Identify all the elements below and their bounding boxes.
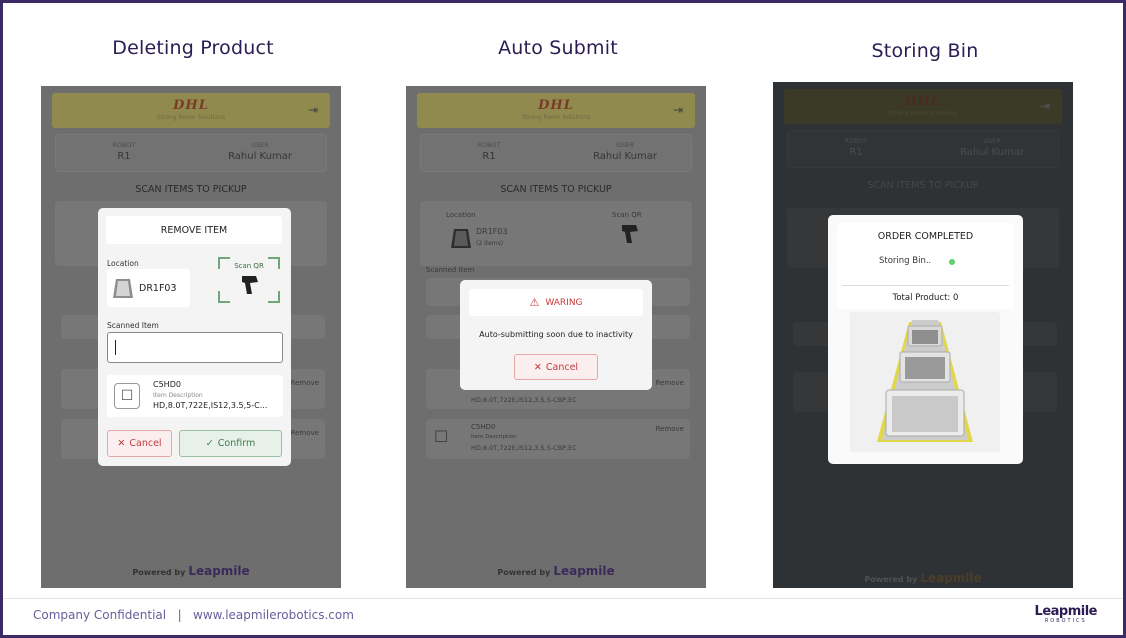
warning-title: ⚠ WARING [469,289,643,316]
bg-location-card: Location DR1F03 (2 items) Scan QR [420,201,692,266]
modal-title: REMOVE ITEM [106,216,282,244]
items-count: (2 items) [476,240,504,247]
user-value: Rahul Kumar [960,147,1024,158]
cancel-button[interactable]: ✕ Cancel [514,354,598,380]
order-completed-title: ORDER COMPLETED [877,231,974,242]
total-product: Total Product: 0 [892,293,959,303]
location-code: DR1F03 [476,227,508,236]
powered-by: Powered by Leapmile [497,564,615,578]
robot-value: R1 [482,151,496,162]
remove-link[interactable]: Remove [291,379,319,387]
scan-qr-button[interactable]: Scan QR [218,257,280,303]
bin-icon [112,276,134,300]
close-icon: ✕ [117,438,126,449]
location-code: DR1F03 [139,283,177,294]
location-card: DR1F03 [107,269,190,307]
panel-title-auto-submit: Auto Submit [498,37,618,59]
dhl-logo: DHL [538,98,574,113]
remove-link[interactable]: Remove [656,425,684,433]
user-value: Rahul Kumar [593,151,657,162]
user-label: USER [251,141,269,149]
scanner-icon [620,223,640,249]
warning-message: Auto-submitting soon due to inactivity [479,330,633,339]
order-status-card: ORDER COMPLETED Storing Bin.. Total Prod… [837,223,1014,309]
order-completed-modal: ORDER COMPLETED Storing Bin.. Total Prod… [828,215,1023,464]
scanned-item-label: Scanned Item [107,321,159,330]
panel-title-storing-bin: Storing Bin [871,40,979,62]
app-header: DHL Strong Room Solutions ⇥ [784,89,1062,124]
box-icon: ☐ [434,427,449,446]
text-caret [115,340,116,355]
robot-user-info: ROBOT R1 USER Rahul Kumar [420,134,692,172]
footer-text: Company Confidential | www.leapmilerobot… [33,608,354,622]
item-desc: HD,8.0T,722E,IS12,3.5,5-CBP,EC [471,396,577,404]
item-desc-label: Item Description [471,434,517,440]
item-desc-label: Item Description [153,392,203,399]
logout-icon[interactable]: ⇥ [673,103,683,117]
user-value: Rahul Kumar [228,151,292,162]
powered-by: Powered by Leapmile [132,564,250,578]
item-desc: HD,8.0T,722E,IS12,3.5,5-C... [153,401,268,410]
box-icon: ☐ [114,383,140,409]
location-label: Location [446,211,476,219]
app-header: DHL Strong Room Solutions ⇥ [52,93,330,128]
header-subtitle: Strong Room Solutions [888,110,958,117]
scan-qr-label[interactable]: Scan QR [612,211,642,219]
logout-icon[interactable]: ⇥ [1040,99,1050,113]
dhl-logo: DHL [173,98,209,113]
phone-screen-storing-bin: DHL Strong Room Solutions ⇥ ROBOT R1 USE… [773,82,1073,588]
robot-user-info: ROBOT R1 USER Rahul Kumar [55,134,327,172]
user-label: USER [983,137,1001,145]
remove-link[interactable]: Remove [656,379,684,387]
remove-item-modal: REMOVE ITEM Location DR1F03 Scan QR Scan… [98,208,291,466]
robot-user-info: ROBOT R1 USER Rahul Kumar [787,130,1059,168]
robot-value: R1 [117,151,131,162]
panel-title-deleting: Deleting Product [112,37,274,59]
item-card: ☐ C5HD0 Item Description HD,8.0T,722E,IS… [107,375,283,417]
scan-items-title: SCAN ITEMS TO PICKUP [867,180,979,191]
cancel-button[interactable]: ✕ Cancel [107,430,172,457]
robot-label: ROBOT [844,137,868,145]
dhl-logo: DHL [905,94,941,109]
confirm-button[interactable]: ✓ Confirm [179,430,282,457]
app-header: DHL Strong Room Solutions ⇥ [417,93,695,128]
robot-value: R1 [849,147,863,158]
warning-modal: ⚠ WARING Auto-submitting soon due to inac… [460,280,652,390]
warning-icon: ⚠ [529,296,540,309]
robot-label: ROBOT [477,141,501,149]
bg-item-row: ☐ C5HD0 Item Description HD,8.0T,722E,IS… [426,419,690,459]
phone-screen-auto-submit: DHL Strong Room Solutions ⇥ ROBOT R1 USE… [406,86,706,588]
check-icon: ✓ [205,438,214,449]
leapmile-logo: Leapmile ROBOTICS [1034,604,1098,624]
item-code: C5HD0 [153,380,181,389]
header-subtitle: Strong Room Solutions [156,114,226,121]
bin-icon [450,226,472,250]
scanner-icon [240,274,260,300]
item-code: C5HD0 [471,423,496,431]
header-subtitle: Strong Room Solutions [521,114,591,121]
scan-items-title: SCAN ITEMS TO PICKUP [135,184,247,195]
scan-items-title: SCAN ITEMS TO PICKUP [500,184,612,195]
scanned-item-input[interactable] [107,332,283,363]
user-label: USER [616,141,634,149]
slide: Deleting Product Auto Submit Storing Bin… [0,0,1126,638]
robot-label: ROBOT [112,141,136,149]
close-icon: ✕ [533,361,542,373]
status-dot [949,259,955,265]
logout-icon[interactable]: ⇥ [308,103,318,117]
scan-qr-label: Scan QR [234,262,264,270]
scanned-item-label: Scanned Item [426,266,475,274]
remove-link[interactable]: Remove [291,429,319,437]
storing-status: Storing Bin.. [879,256,932,266]
item-desc: HD,8.0T,722E,IS12,3.5,5-CBP,EC [471,444,577,452]
bin-stack-image [850,312,1000,452]
footer-divider [3,598,1123,599]
phone-screen-deleting: DHL Strong Room Solutions ⇥ ROBOT R1 USE… [41,86,341,588]
powered-by: Powered by Leapmile [864,571,982,585]
location-label: Location [107,259,139,268]
